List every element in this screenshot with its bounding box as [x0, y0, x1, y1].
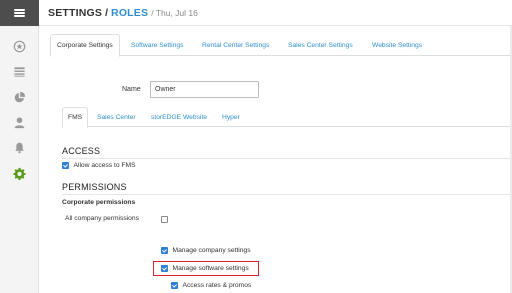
tab-rental-center-settings[interactable]: Rental Center Settings	[202, 34, 269, 56]
permission-row-manage-software[interactable]: Manage software settings	[161, 265, 249, 272]
breadcrumb-roles: ROLES	[111, 6, 149, 19]
all-company-row: All company permissions	[65, 215, 139, 222]
tab-fms[interactable]: FMS	[62, 107, 89, 128]
settings-tabs: Corporate Settings Software Settings Ren…	[50, 34, 512, 57]
bell-icon[interactable]	[12, 140, 26, 154]
manage-software-checkbox[interactable]	[161, 265, 168, 272]
all-company-label: All company permissions	[65, 215, 139, 222]
tab-sales-center-settings[interactable]: Sales Center Settings	[288, 34, 353, 56]
pie-chart-icon[interactable]	[12, 90, 26, 104]
tab-website-settings[interactable]: Website Settings	[372, 34, 422, 56]
allow-access-label: Allow access to FMS	[73, 162, 136, 169]
header-date: / Thu, Jul 16	[151, 7, 198, 18]
sidebar	[0, 0, 39, 293]
dashboard-icon[interactable]	[12, 39, 26, 53]
manage-company-label: Manage company settings	[172, 247, 251, 254]
tab-software-settings[interactable]: Software Settings	[131, 34, 183, 56]
corporate-permissions-heading: Corporate permissions	[62, 199, 136, 206]
allow-access-row[interactable]: Allow access to FMS	[62, 162, 136, 169]
access-rates-label: Access rates & promos	[182, 282, 252, 289]
name-input[interactable]	[150, 81, 259, 98]
manage-software-label: Manage software settings	[172, 265, 249, 272]
access-title: ACCESS	[62, 146, 101, 156]
permissions-title: PERMISSIONS	[62, 182, 127, 192]
user-icon[interactable]	[12, 115, 26, 129]
breadcrumb-separator: /	[105, 6, 109, 19]
permissions-divider	[62, 194, 512, 195]
gear-icon[interactable]	[12, 166, 26, 180]
all-company-checkbox[interactable]	[161, 216, 168, 223]
access-divider	[62, 158, 512, 159]
tab-corporate-settings[interactable]: Corporate Settings	[50, 34, 120, 57]
allow-access-checkbox[interactable]	[62, 162, 69, 169]
tab-hyper[interactable]: Hyper	[222, 107, 240, 127]
list-icon[interactable]	[12, 64, 26, 78]
permission-row-access-rates[interactable]: Access rates & promos	[171, 282, 251, 289]
name-label: Name	[122, 86, 141, 93]
access-rates-checkbox[interactable]	[171, 282, 178, 289]
permission-row-manage-company[interactable]: Manage company settings	[161, 247, 251, 254]
manage-company-checkbox[interactable]	[161, 247, 168, 254]
menu-button[interactable]	[0, 0, 39, 26]
tab-sales-center[interactable]: Sales Center	[97, 107, 136, 127]
menu-icon	[14, 9, 25, 17]
breadcrumb-settings[interactable]: SETTINGS	[48, 7, 102, 19]
tab-storedge-website[interactable]: storEDGE Website	[151, 107, 207, 127]
page-header: SETTINGS / ROLES / Thu, Jul 16	[39, 0, 512, 26]
product-tabs: FMS Sales Center storEDGE Website Hyper	[62, 107, 512, 128]
